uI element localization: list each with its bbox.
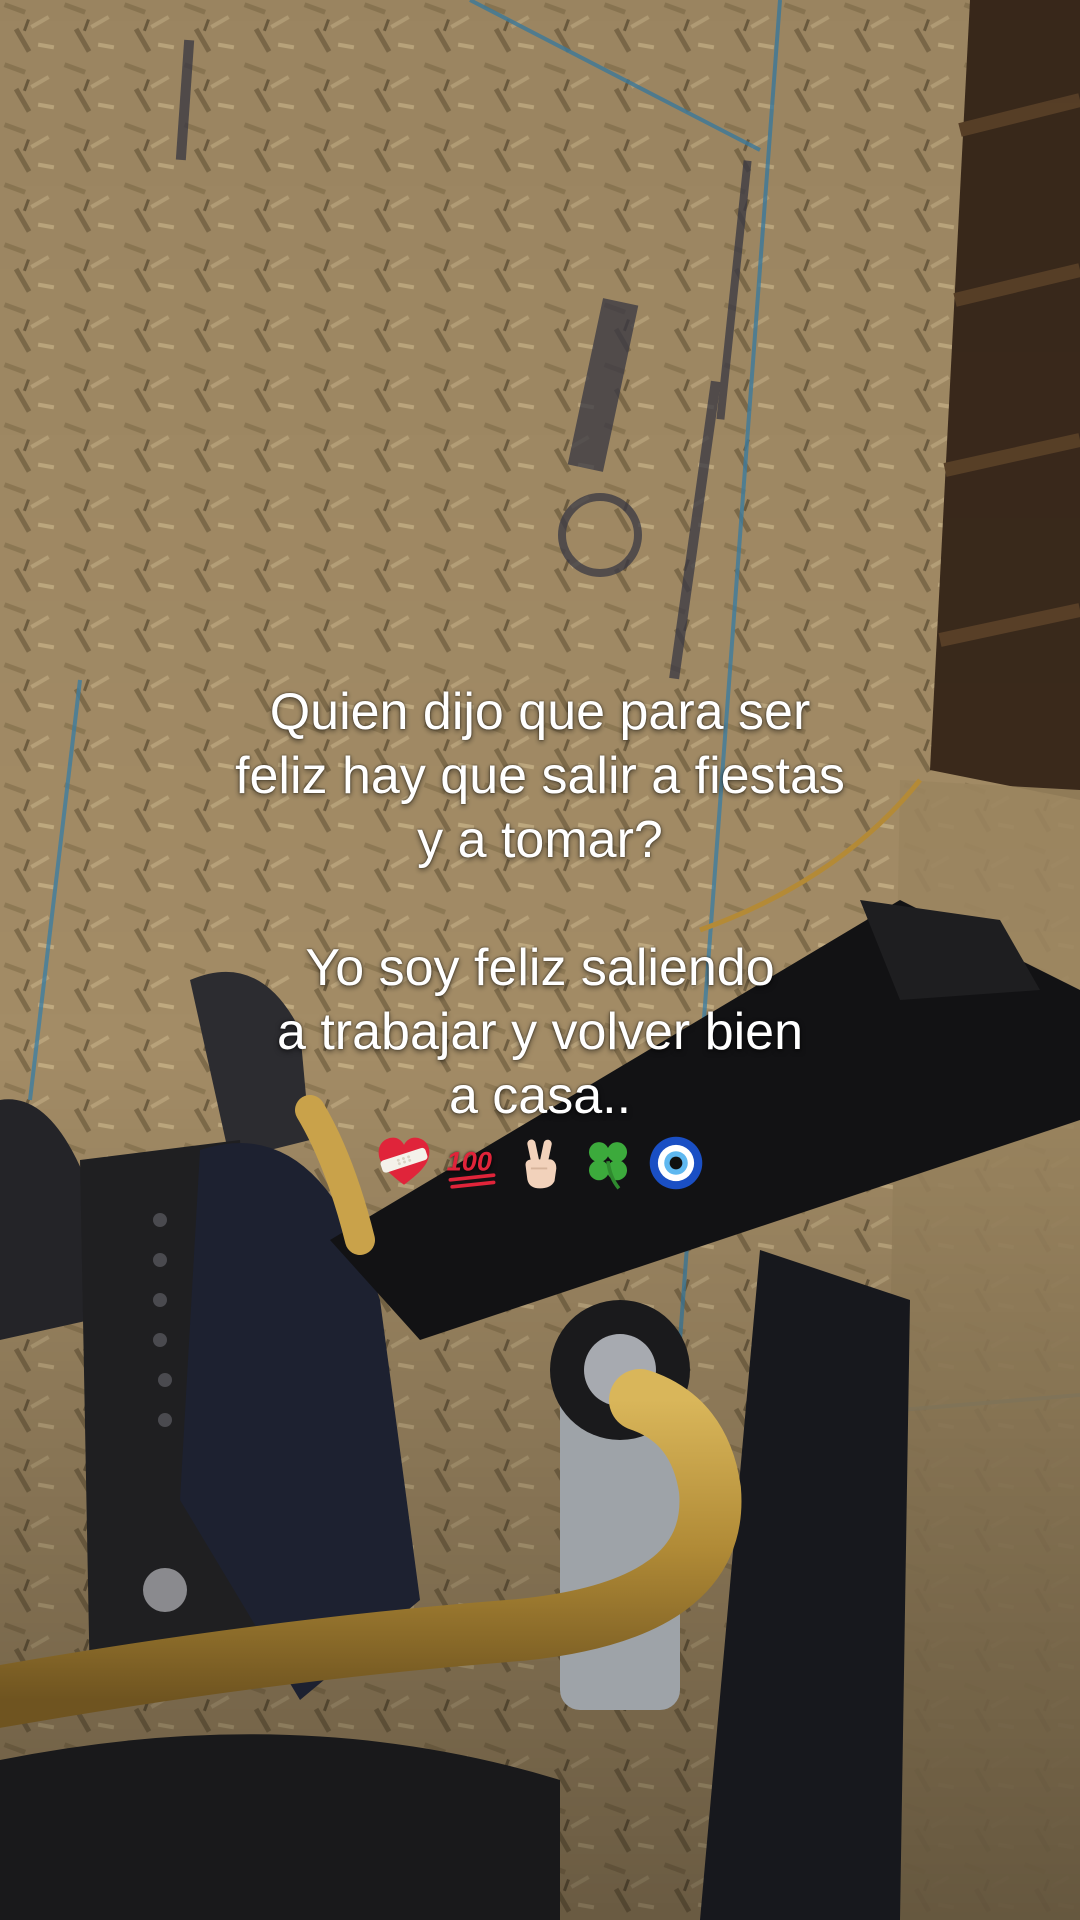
svg-text:100: 100 <box>447 1145 492 1176</box>
caption-line: a casa.. <box>448 1067 632 1125</box>
four-leaf-clover-icon <box>588 1142 628 1190</box>
caption-overlay: Quien dijo que para ser feliz hay que sa… <box>140 680 940 1192</box>
heart-with-bandage-icon <box>378 1137 430 1185</box>
nazar-amulet-icon <box>649 1136 703 1190</box>
caption-line: y a tomar? <box>417 811 663 869</box>
caption-line: Quien dijo que para ser <box>269 683 811 741</box>
hundred-points-icon: 100 <box>447 1145 496 1189</box>
emoji-row: 100 <box>140 1134 940 1192</box>
caption-line: a trabajar y volver bien <box>276 1003 804 1061</box>
victory-hand-icon <box>525 1139 557 1189</box>
caption-line: feliz hay que salir a fiestas <box>235 747 845 805</box>
caption-line: Yo soy feliz saliendo <box>305 939 775 997</box>
video-frame: Quien dijo que para ser feliz hay que sa… <box>0 0 1080 1920</box>
